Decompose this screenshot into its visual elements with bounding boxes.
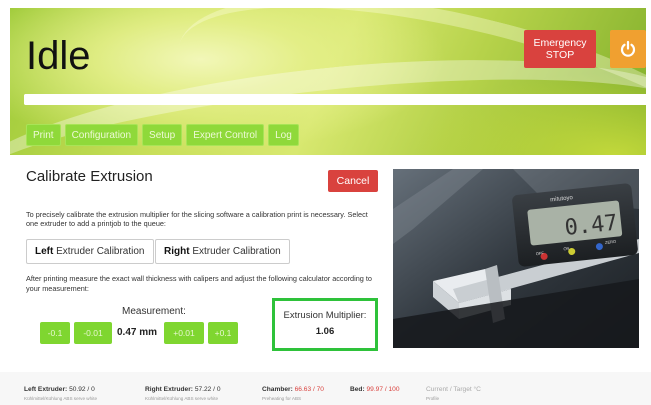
left-extruder-calibration-button[interactable]: Left Extruder Calibration (26, 239, 154, 264)
left-extruder-temp: Left Extruder: 50.92 / 0 (24, 386, 95, 393)
nav-print[interactable]: Print (26, 124, 61, 146)
right-extruder-profile: Kühlmittel/Kühlung ABS serve white (145, 396, 219, 401)
power-button[interactable] (610, 30, 646, 68)
nav-setup[interactable]: Setup (142, 124, 183, 146)
right-extruder-label-bold: Right (164, 246, 190, 257)
emergency-stop-button[interactable]: Emergency STOP (524, 30, 596, 68)
increase-0-1-button[interactable]: +0.1 (208, 322, 238, 344)
chamber-temp: Chamber: 66.63 / 70 (262, 386, 324, 393)
nav-log[interactable]: Log (268, 124, 299, 146)
extrusion-multiplier-label: Extrusion Multiplier: (283, 310, 367, 321)
left-extruder-label-bold: Left (35, 246, 54, 257)
caliper-illustration: 0.47 mitutoyo OFF ON ZERO (393, 169, 639, 348)
left-extruder-profile: Kühlmittel/Kühlung ABS serve white (24, 396, 98, 401)
measurement-label: Measurement: (122, 306, 186, 317)
right-extruder-temp-label: Right Extruder: (145, 386, 193, 393)
bed-temp-value: 99.97 / 100 (366, 386, 400, 393)
temp-legend: Current / Target °C (426, 386, 481, 393)
cancel-button[interactable]: Cancel (328, 170, 378, 192)
emergency-stop-label: STOP (545, 49, 575, 61)
temp-legend-sub: Profile (426, 396, 440, 401)
right-extruder-calibration-button[interactable]: Right Extruder Calibration (155, 239, 290, 264)
left-extruder-temp-value: 50.92 / 0 (69, 386, 95, 393)
main-nav: Print Configuration Setup Expert Control… (26, 124, 299, 146)
extrusion-multiplier-value: 1.06 (315, 326, 335, 337)
header-banner: Idle Emergency STOP Print Configuration … (10, 8, 646, 155)
right-extruder-temp: Right Extruder: 57.22 / 0 (145, 386, 221, 393)
bed-temp: Bed: 99.97 / 100 (350, 386, 400, 393)
bed-temp-label: Bed: (350, 386, 365, 393)
printer-status-title: Idle (26, 34, 91, 78)
right-extruder-temp-value: 57.22 / 0 (194, 386, 221, 393)
left-extruder-temp-label: Left Extruder: (24, 386, 68, 393)
print-progress-bar (24, 94, 646, 105)
power-icon (620, 40, 636, 57)
nav-expert-control[interactable]: Expert Control (186, 124, 265, 146)
print-progress-fill (24, 94, 646, 105)
emergency-stop-label: Emergency (533, 37, 587, 49)
chamber-temp-value: 66.63 / 70 (294, 386, 324, 393)
decrease-0-1-button[interactable]: -0.1 (40, 322, 70, 344)
intro-text: To precisely calibrate the extrusion mul… (26, 210, 368, 228)
panel-title: Calibrate Extrusion (26, 168, 153, 185)
caliper-btn-on: ON (563, 246, 570, 252)
caliper-photo: 0.47 mitutoyo OFF ON ZERO (393, 169, 639, 348)
left-extruder-label: Extruder Calibration (53, 246, 145, 257)
decrease-0-01-button[interactable]: -0.01 (74, 322, 112, 344)
caliper-btn-off: OFF (536, 250, 545, 256)
extrusion-multiplier-box: Extrusion Multiplier: 1.06 (272, 298, 378, 351)
nav-configuration[interactable]: Configuration (64, 124, 139, 146)
chamber-profile: Preheating for ABS (262, 396, 302, 401)
increase-0-01-button[interactable]: +0.01 (164, 322, 204, 344)
app-root: Idle Emergency STOP Print Configuration … (0, 0, 651, 405)
right-extruder-label: Extruder Calibration (189, 246, 281, 257)
measurement-value: 0.47 mm (117, 327, 158, 338)
chamber-temp-label: Chamber: (262, 386, 293, 393)
measurement-instructions: After printing measure the exact wall th… (26, 274, 372, 293)
status-footer (0, 372, 651, 405)
